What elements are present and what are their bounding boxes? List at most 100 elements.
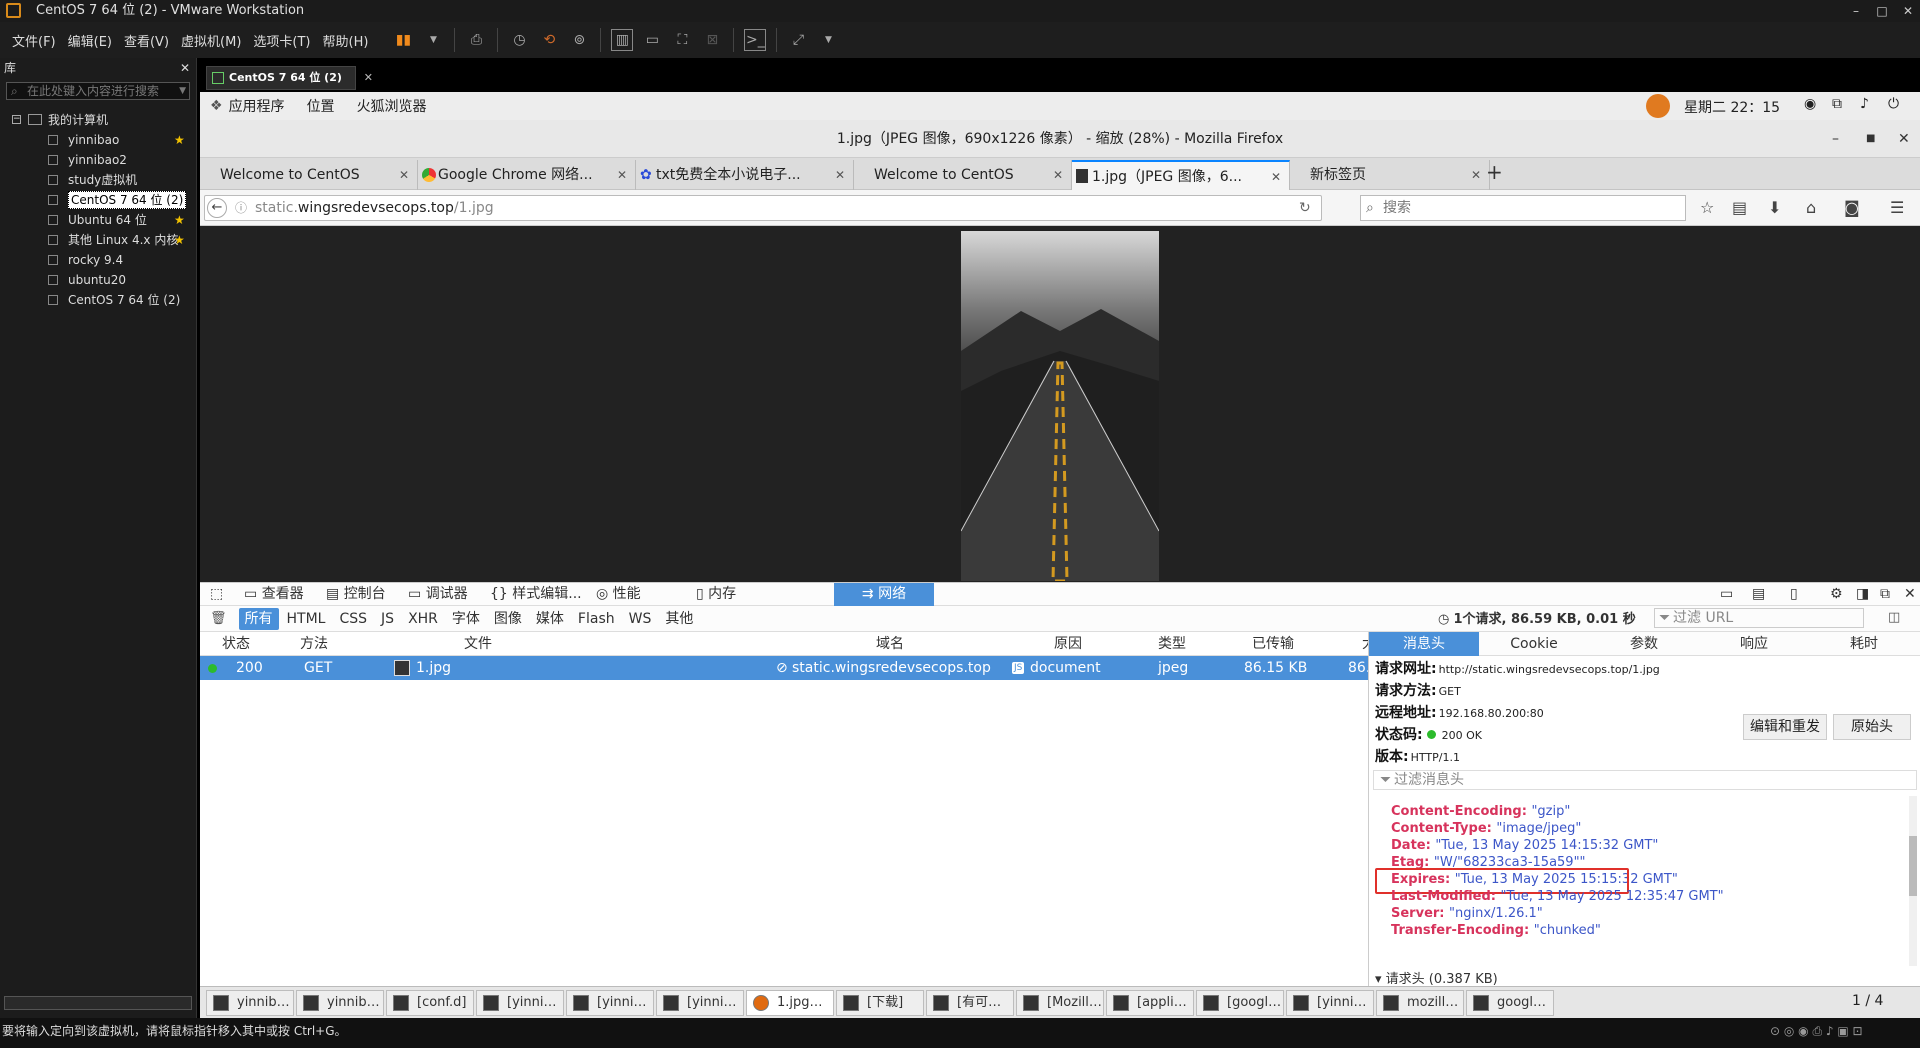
back-arrow-icon[interactable]: ← — [207, 198, 227, 218]
menu-vm[interactable]: 虚拟机(M) — [181, 31, 241, 50]
chevron-down-icon[interactable]: ▼ — [179, 83, 186, 99]
col-cause[interactable]: 原因 — [1054, 632, 1082, 656]
close-icon[interactable]: ✕ — [1896, 0, 1920, 22]
response-header-row[interactable]: Content-Type: "image/jpeg" — [1391, 821, 1581, 836]
menu-help[interactable]: 帮助(H) — [323, 31, 369, 50]
filter-button[interactable]: CSS — [333, 608, 373, 630]
taskbar-item[interactable]: [yinnibao··· — [656, 990, 744, 1016]
snapshot-manager-icon[interactable]: ⊚ — [568, 29, 590, 51]
close-tab-icon[interactable]: ✕ — [617, 160, 627, 190]
col-file[interactable]: 文件 — [464, 632, 492, 656]
tab-timings[interactable]: 耗时 — [1809, 632, 1919, 656]
clear-trash-icon[interactable]: 🗑 — [210, 611, 227, 626]
user-avatar[interactable] — [1646, 94, 1670, 118]
filter-button[interactable]: WS — [623, 608, 658, 630]
tool-memory[interactable]: ▯ 内存 — [696, 583, 736, 607]
unity-icon[interactable]: ⊠ — [701, 29, 723, 51]
close-tab-icon[interactable]: ✕ — [835, 160, 845, 190]
accessibility-icon[interactable]: ◉ — [1804, 96, 1816, 112]
response-header-row[interactable]: Date: "Tue, 13 May 2025 14:15:32 GMT" — [1391, 838, 1658, 853]
response-header-row[interactable]: Last-Modified: "Tue, 13 May 2025 12:35:4… — [1391, 889, 1724, 904]
tree-item-vm[interactable]: CentOS 7 64 位 (2) — [0, 190, 196, 210]
filter-button[interactable]: JS — [375, 608, 400, 630]
minimize-icon[interactable]: – — [1832, 120, 1839, 158]
url-bar[interactable]: ← ⓘ static.wingsredevsecops.top/1.jpg ↻ — [204, 195, 1322, 221]
tool-network[interactable]: ⇉ 网络 — [834, 583, 934, 607]
element-picker-icon[interactable]: ⬚ — [210, 583, 223, 607]
tab-cookie[interactable]: Cookie — [1479, 632, 1589, 656]
toggle-details-icon[interactable]: ◫ — [1888, 610, 1900, 625]
road-photo-image[interactable] — [961, 231, 1159, 581]
taskbar-item[interactable]: [yinnibao··· — [566, 990, 654, 1016]
gnome-menu-firefox[interactable]: 火狐浏览器 — [357, 96, 427, 116]
full-screen-icon[interactable]: ⛶ — [671, 29, 693, 51]
maximize-icon[interactable]: □ — [1870, 0, 1894, 22]
split-console-icon[interactable]: ▤ — [1752, 583, 1765, 607]
download-icon[interactable]: ⬇ — [1768, 198, 1781, 217]
tab-headers[interactable]: 消息头 — [1369, 632, 1479, 656]
edit-resend-button[interactable]: 编辑和重发 — [1743, 714, 1827, 740]
menu-file[interactable]: 文件(F) — [12, 31, 56, 50]
tab-1-jpg[interactable]: 1.jpg（JPEG 图像，6... ✕ — [1072, 160, 1290, 190]
close-tab-icon[interactable]: ✕ — [399, 160, 409, 190]
filter-button[interactable]: Flash — [572, 608, 621, 630]
raw-headers-button[interactable]: 原始头 — [1833, 714, 1911, 740]
filter-url-input[interactable]: ⏷ 过滤 URL — [1654, 608, 1864, 628]
close-icon[interactable]: ✕ — [1898, 120, 1910, 158]
taskbar-item[interactable]: [yinnibao··· — [476, 990, 564, 1016]
tree-item-vm[interactable]: study虚拟机 — [0, 170, 196, 190]
filter-button[interactable]: 字体 — [446, 608, 486, 630]
maximize-icon[interactable]: ■ — [1866, 120, 1875, 158]
tool-console[interactable]: ▤ 控制台 — [326, 583, 386, 607]
tool-inspector[interactable]: ▭ 查看器 — [244, 583, 304, 607]
snapshot-icon[interactable]: ◷ — [508, 29, 530, 51]
taskbar-item[interactable]: yinnibao··· — [206, 990, 294, 1016]
response-header-row[interactable]: Content-Encoding: "gzip" — [1391, 804, 1570, 819]
response-header-row[interactable]: Server: "nginx/1.26.1" — [1391, 906, 1543, 921]
home-icon[interactable]: ⌂ — [1806, 198, 1816, 217]
request-headers-section[interactable]: ▾ 请求头 (0.387 KB) — [1375, 968, 1498, 987]
send-ctrl-alt-del-icon[interactable]: ⎙ — [465, 29, 487, 51]
responsive-design-icon[interactable]: ▭ — [1720, 583, 1733, 607]
device-status-icons[interactable]: ⊙ ◎ ◉ ⎙ ♪ ▣ ⊡ — [1770, 1018, 1863, 1044]
tab-txt-novel[interactable]: ✿ txt免费全本小说电子... ✕ — [636, 160, 854, 190]
response-header-row[interactable]: Transfer-Encoding: "chunked" — [1391, 923, 1601, 938]
network-icon[interactable]: ⧉ — [1832, 96, 1842, 112]
stretch-guest-icon[interactable]: ⤢ — [787, 29, 809, 51]
menu-view[interactable]: 查看(V) — [124, 31, 169, 50]
taskbar-item[interactable]: [applicati··· — [1106, 990, 1194, 1016]
taskbar-item[interactable]: [Mozilla ··· — [1016, 990, 1104, 1016]
workspace-indicator[interactable]: 1 / 4 — [1852, 993, 1883, 1009]
col-transferred[interactable]: 已传输 — [1252, 632, 1294, 656]
reload-icon[interactable]: ↻ — [1299, 196, 1311, 220]
menu-tabs[interactable]: 选项卡(T) — [253, 31, 310, 50]
tree-item-vm[interactable]: yinnibao2 — [0, 150, 196, 170]
tree-item-vm[interactable]: ubuntu20 — [0, 270, 196, 290]
col-type[interactable]: 类型 — [1158, 632, 1186, 656]
power-icon[interactable]: ⏻ — [1888, 96, 1899, 112]
console-view-icon[interactable]: >_ — [744, 29, 767, 51]
filter-headers-input[interactable]: ⏷ 过滤消息头 — [1373, 770, 1917, 790]
clock[interactable]: 星期二 22：15 — [1684, 97, 1780, 117]
filter-button[interactable]: 其他 — [659, 608, 699, 630]
close-tab-icon[interactable]: ✕ — [1271, 162, 1281, 192]
info-icon[interactable]: ⓘ — [235, 196, 247, 220]
menu-edit[interactable]: 编辑(E) — [68, 31, 112, 50]
taskbar-item[interactable]: 1.jpg（JP··· — [746, 990, 834, 1016]
details-scrollbar[interactable] — [1909, 796, 1917, 966]
library-search-input[interactable]: ⌕ 在此处键入内容进行搜索 ▼ — [6, 82, 190, 100]
dropdown-arrow-icon[interactable]: ▼ — [422, 29, 444, 51]
close-tab-icon[interactable]: ✕ — [1471, 160, 1481, 190]
close-tab-icon[interactable]: ✕ — [364, 67, 373, 89]
filter-button[interactable]: 所有 — [238, 607, 279, 630]
close-devtools-icon[interactable]: ✕ — [1904, 583, 1916, 607]
minimize-icon[interactable]: – — [1844, 0, 1868, 22]
col-status[interactable]: 状态 — [222, 632, 250, 656]
tool-performance[interactable]: ◎ 性能 — [596, 583, 641, 607]
taskbar-item[interactable]: yinnibao··· — [296, 990, 384, 1016]
tree-item-vm[interactable]: rocky 9.4 — [0, 250, 196, 270]
gnome-menu-applications[interactable]: 应用程序 — [229, 96, 285, 116]
reading-list-icon[interactable]: ▤ — [1732, 198, 1747, 217]
taskbar-item[interactable]: [conf.d] — [386, 990, 474, 1016]
tool-style-editor[interactable]: {} 样式编辑... — [490, 583, 582, 607]
